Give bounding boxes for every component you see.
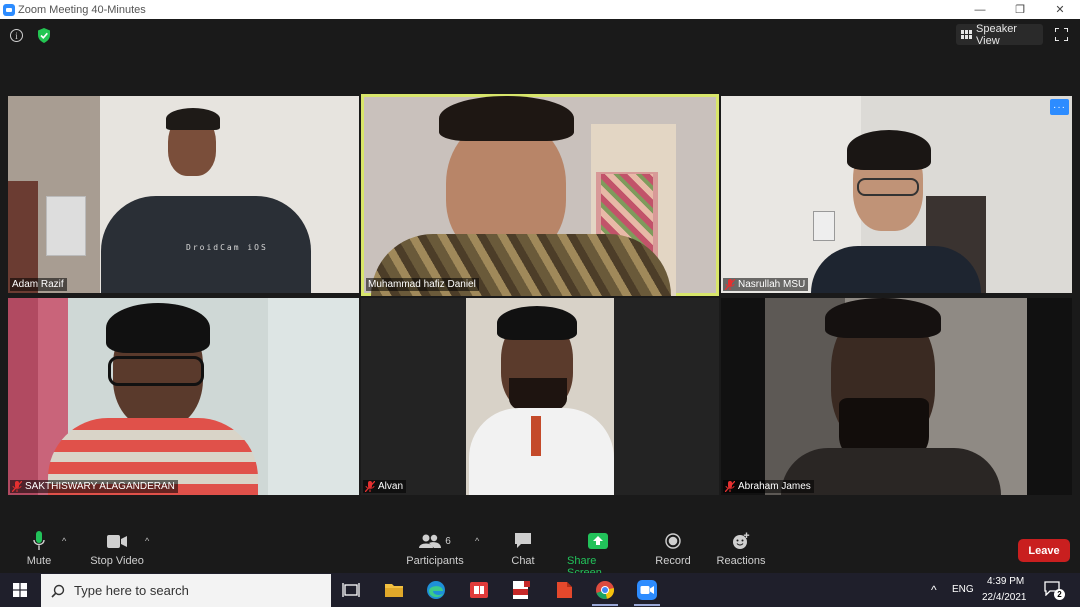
task-view-icon[interactable]: [340, 579, 362, 601]
chrome-browser-icon[interactable]: [594, 579, 616, 601]
emoji-reactions-icon: [733, 532, 750, 549]
mic-muted-icon: [725, 481, 735, 492]
participants-icon: [419, 534, 442, 548]
mic-muted-icon: [365, 481, 375, 492]
participant-name-tag: Alvan: [363, 480, 407, 493]
stop-video-button[interactable]: Stop Video: [90, 530, 144, 567]
video-tile-abraham-james[interactable]: Abraham James: [721, 298, 1072, 495]
video-camera-icon: [107, 534, 127, 548]
minimize-button[interactable]: —: [960, 0, 1000, 19]
windows-start-button[interactable]: [0, 573, 40, 607]
participant-name-tag: SAKTHISWARY ALAGANDERAN: [10, 480, 178, 493]
mute-button[interactable]: Mute: [24, 530, 54, 567]
restore-button[interactable]: ❐: [1000, 0, 1040, 19]
participant-name-tag: Abraham James: [723, 480, 814, 493]
microphone-icon: [33, 531, 45, 550]
stop-video-label: Stop Video: [90, 555, 144, 567]
participant-name-tag: Nasrullah MSU: [723, 278, 809, 291]
encryption-shield-icon[interactable]: [37, 28, 51, 43]
clock-date[interactable]: 22/4/2021: [982, 592, 1027, 603]
window-controls: — ❐ ✕: [960, 0, 1080, 19]
search-icon: [51, 584, 65, 598]
video-tile-muhammad-hafiz-daniel[interactable]: Muhammad hafiz Daniel: [361, 94, 719, 296]
chat-bubble-icon: [515, 533, 531, 548]
close-button[interactable]: ✕: [1040, 0, 1080, 19]
video-options-caret[interactable]: ^: [145, 536, 149, 546]
participants-options-caret[interactable]: ^: [475, 536, 479, 546]
speaker-view-button[interactable]: Speaker View: [956, 22, 1043, 47]
mute-label: Mute: [26, 555, 52, 567]
participants-count: 6: [445, 535, 451, 547]
fullscreen-icon[interactable]: [1055, 28, 1068, 41]
bookmark-app-icon[interactable]: [553, 579, 575, 601]
taskbar-search-box[interactable]: Type here to search: [41, 574, 331, 607]
participants-button[interactable]: 6 Participants: [406, 530, 464, 567]
reactions-label: Reactions: [716, 555, 766, 567]
share-screen-icon: [588, 533, 608, 549]
notification-center-button[interactable]: 2: [1040, 579, 1065, 601]
search-placeholder: Type here to search: [74, 583, 189, 598]
meeting-toolbar: Mute ^ Stop Video ^ 6 Participants ^ Cha…: [0, 530, 1080, 579]
participant-name: SAKTHISWARY ALAGANDERAN: [25, 481, 175, 492]
shirt-print: DroidCam iOS: [186, 243, 268, 252]
input-language[interactable]: ENG: [952, 584, 974, 595]
tray-overflow-chevron[interactable]: ^: [931, 583, 937, 597]
file-explorer-icon[interactable]: [383, 579, 405, 601]
zoom-taskbar-icon[interactable]: [636, 579, 658, 601]
chrome-active-indicator: [592, 604, 618, 606]
participant-name: Abraham James: [738, 481, 811, 492]
participant-name: Alvan: [378, 481, 404, 492]
record-icon: [665, 533, 681, 549]
participants-label: Participants: [406, 555, 464, 567]
chat-button[interactable]: Chat: [511, 530, 535, 567]
participant-name: Muhammad hafiz Daniel: [368, 279, 476, 290]
grid-view-icon: [961, 29, 972, 40]
edge-browser-icon[interactable]: [425, 579, 447, 601]
meeting-info-icon[interactable]: i: [10, 29, 23, 42]
record-button[interactable]: Record: [655, 530, 691, 567]
window-titlebar: Zoom Meeting 40-Minutes — ❐ ✕: [0, 0, 1080, 19]
leave-meeting-button[interactable]: Leave: [1018, 539, 1070, 562]
video-tile-nasrullah-msu[interactable]: ··· Nasrullah MSU: [721, 96, 1072, 293]
windows-logo-icon: [13, 583, 27, 597]
meeting-area: i Speaker View DroidCam iOS Adam Razif M…: [0, 19, 1080, 573]
chat-label: Chat: [511, 555, 535, 567]
zoom-active-indicator: [634, 604, 660, 606]
zoom-app-icon: [3, 3, 15, 16]
participant-name-tag: Adam Razif: [10, 278, 67, 291]
participant-name: Adam Razif: [12, 279, 64, 290]
participant-name-tag: Muhammad hafiz Daniel: [366, 278, 479, 291]
clock-time[interactable]: 4:39 PM: [987, 576, 1024, 587]
video-tile-sakthiswary-alaganderan[interactable]: SAKTHISWARY ALAGANDERAN: [8, 298, 359, 495]
speaker-view-label: Speaker View: [976, 22, 1017, 47]
participant-name: Nasrullah MSU: [738, 279, 806, 290]
record-label: Record: [655, 555, 691, 567]
audio-options-caret[interactable]: ^: [62, 536, 66, 546]
mic-muted-icon: [725, 279, 735, 290]
mic-muted-icon: [12, 481, 22, 492]
notification-count: 2: [1054, 589, 1065, 600]
video-tile-adam-razif[interactable]: DroidCam iOS Adam Razif: [8, 96, 359, 293]
windows-taskbar: Type here to search ^ ENG 4:39 PM 22/4/2…: [0, 573, 1080, 607]
reader-app-icon[interactable]: [468, 579, 490, 601]
video-tile-alvan[interactable]: Alvan: [361, 298, 719, 495]
window-title: Zoom Meeting 40-Minutes: [18, 3, 146, 16]
tile-more-options-button[interactable]: ···: [1050, 99, 1069, 115]
pdf-app-icon[interactable]: [510, 579, 532, 601]
share-screen-button[interactable]: Share Screen: [567, 530, 629, 579]
reactions-button[interactable]: Reactions: [717, 530, 765, 567]
